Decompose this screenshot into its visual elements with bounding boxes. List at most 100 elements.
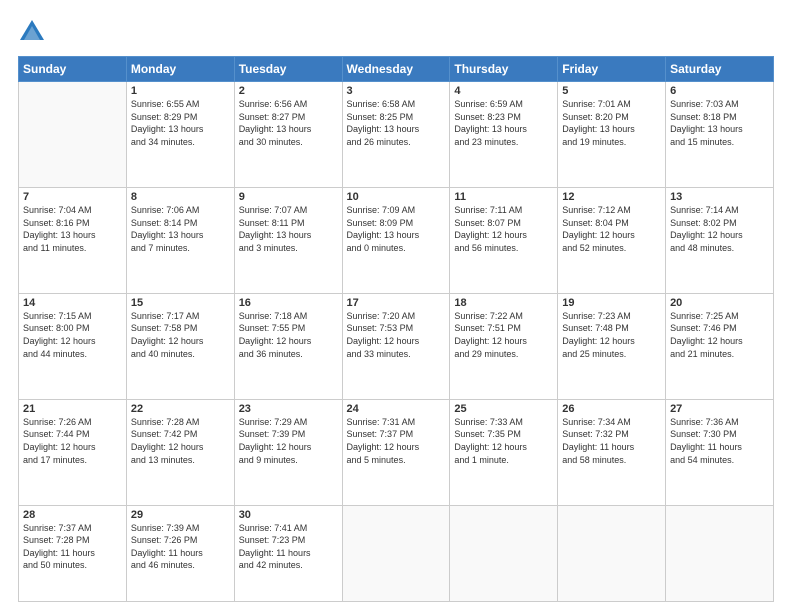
day-number: 30 bbox=[239, 509, 338, 521]
day-info: Sunrise: 7:14 AM Sunset: 8:02 PM Dayligh… bbox=[670, 204, 769, 254]
day-number: 8 bbox=[131, 191, 230, 203]
day-info: Sunrise: 7:15 AM Sunset: 8:00 PM Dayligh… bbox=[23, 310, 122, 360]
calendar-table: SundayMondayTuesdayWednesdayThursdayFrid… bbox=[18, 56, 774, 602]
day-info: Sunrise: 7:23 AM Sunset: 7:48 PM Dayligh… bbox=[562, 310, 661, 360]
calendar-body: 1Sunrise: 6:55 AM Sunset: 8:29 PM Daylig… bbox=[19, 82, 774, 602]
day-info: Sunrise: 7:06 AM Sunset: 8:14 PM Dayligh… bbox=[131, 204, 230, 254]
day-info: Sunrise: 7:18 AM Sunset: 7:55 PM Dayligh… bbox=[239, 310, 338, 360]
day-info: Sunrise: 7:28 AM Sunset: 7:42 PM Dayligh… bbox=[131, 416, 230, 466]
day-info: Sunrise: 6:56 AM Sunset: 8:27 PM Dayligh… bbox=[239, 98, 338, 148]
day-header-thursday: Thursday bbox=[450, 57, 558, 82]
week-row-2: 7Sunrise: 7:04 AM Sunset: 8:16 PM Daylig… bbox=[19, 187, 774, 293]
day-number: 23 bbox=[239, 403, 338, 415]
calendar-cell: 17Sunrise: 7:20 AM Sunset: 7:53 PM Dayli… bbox=[342, 293, 450, 399]
day-header-saturday: Saturday bbox=[666, 57, 774, 82]
day-number: 16 bbox=[239, 297, 338, 309]
header-row: SundayMondayTuesdayWednesdayThursdayFrid… bbox=[19, 57, 774, 82]
calendar-cell: 21Sunrise: 7:26 AM Sunset: 7:44 PM Dayli… bbox=[19, 399, 127, 505]
calendar-cell: 25Sunrise: 7:33 AM Sunset: 7:35 PM Dayli… bbox=[450, 399, 558, 505]
calendar-cell: 23Sunrise: 7:29 AM Sunset: 7:39 PM Dayli… bbox=[234, 399, 342, 505]
calendar-cell bbox=[450, 505, 558, 601]
calendar-cell: 28Sunrise: 7:37 AM Sunset: 7:28 PM Dayli… bbox=[19, 505, 127, 601]
day-info: Sunrise: 7:26 AM Sunset: 7:44 PM Dayligh… bbox=[23, 416, 122, 466]
day-number: 20 bbox=[670, 297, 769, 309]
day-number: 1 bbox=[131, 85, 230, 97]
day-number: 6 bbox=[670, 85, 769, 97]
day-number: 10 bbox=[347, 191, 446, 203]
logo bbox=[18, 18, 50, 46]
calendar-cell: 29Sunrise: 7:39 AM Sunset: 7:26 PM Dayli… bbox=[126, 505, 234, 601]
day-number: 17 bbox=[347, 297, 446, 309]
day-number: 9 bbox=[239, 191, 338, 203]
day-info: Sunrise: 7:03 AM Sunset: 8:18 PM Dayligh… bbox=[670, 98, 769, 148]
calendar-cell bbox=[558, 505, 666, 601]
calendar-cell: 24Sunrise: 7:31 AM Sunset: 7:37 PM Dayli… bbox=[342, 399, 450, 505]
calendar-cell: 3Sunrise: 6:58 AM Sunset: 8:25 PM Daylig… bbox=[342, 82, 450, 188]
calendar-cell: 2Sunrise: 6:56 AM Sunset: 8:27 PM Daylig… bbox=[234, 82, 342, 188]
day-info: Sunrise: 7:20 AM Sunset: 7:53 PM Dayligh… bbox=[347, 310, 446, 360]
logo-icon bbox=[18, 18, 46, 46]
day-info: Sunrise: 7:12 AM Sunset: 8:04 PM Dayligh… bbox=[562, 204, 661, 254]
day-info: Sunrise: 7:41 AM Sunset: 7:23 PM Dayligh… bbox=[239, 522, 338, 572]
calendar-cell: 7Sunrise: 7:04 AM Sunset: 8:16 PM Daylig… bbox=[19, 187, 127, 293]
day-info: Sunrise: 7:07 AM Sunset: 8:11 PM Dayligh… bbox=[239, 204, 338, 254]
day-number: 12 bbox=[562, 191, 661, 203]
day-info: Sunrise: 7:11 AM Sunset: 8:07 PM Dayligh… bbox=[454, 204, 553, 254]
day-header-wednesday: Wednesday bbox=[342, 57, 450, 82]
calendar-cell: 15Sunrise: 7:17 AM Sunset: 7:58 PM Dayli… bbox=[126, 293, 234, 399]
header bbox=[18, 18, 774, 46]
calendar-cell: 22Sunrise: 7:28 AM Sunset: 7:42 PM Dayli… bbox=[126, 399, 234, 505]
day-info: Sunrise: 6:55 AM Sunset: 8:29 PM Dayligh… bbox=[131, 98, 230, 148]
day-number: 24 bbox=[347, 403, 446, 415]
day-number: 5 bbox=[562, 85, 661, 97]
calendar-cell: 16Sunrise: 7:18 AM Sunset: 7:55 PM Dayli… bbox=[234, 293, 342, 399]
day-number: 27 bbox=[670, 403, 769, 415]
week-row-1: 1Sunrise: 6:55 AM Sunset: 8:29 PM Daylig… bbox=[19, 82, 774, 188]
calendar-cell: 18Sunrise: 7:22 AM Sunset: 7:51 PM Dayli… bbox=[450, 293, 558, 399]
calendar-cell: 27Sunrise: 7:36 AM Sunset: 7:30 PM Dayli… bbox=[666, 399, 774, 505]
day-number: 25 bbox=[454, 403, 553, 415]
calendar-cell: 8Sunrise: 7:06 AM Sunset: 8:14 PM Daylig… bbox=[126, 187, 234, 293]
day-info: Sunrise: 7:29 AM Sunset: 7:39 PM Dayligh… bbox=[239, 416, 338, 466]
day-info: Sunrise: 6:58 AM Sunset: 8:25 PM Dayligh… bbox=[347, 98, 446, 148]
day-info: Sunrise: 7:25 AM Sunset: 7:46 PM Dayligh… bbox=[670, 310, 769, 360]
calendar-header: SundayMondayTuesdayWednesdayThursdayFrid… bbox=[19, 57, 774, 82]
day-number: 18 bbox=[454, 297, 553, 309]
calendar-cell: 12Sunrise: 7:12 AM Sunset: 8:04 PM Dayli… bbox=[558, 187, 666, 293]
calendar-cell: 20Sunrise: 7:25 AM Sunset: 7:46 PM Dayli… bbox=[666, 293, 774, 399]
day-number: 3 bbox=[347, 85, 446, 97]
day-number: 19 bbox=[562, 297, 661, 309]
day-number: 15 bbox=[131, 297, 230, 309]
calendar-cell: 30Sunrise: 7:41 AM Sunset: 7:23 PM Dayli… bbox=[234, 505, 342, 601]
day-info: Sunrise: 7:31 AM Sunset: 7:37 PM Dayligh… bbox=[347, 416, 446, 466]
calendar-cell: 14Sunrise: 7:15 AM Sunset: 8:00 PM Dayli… bbox=[19, 293, 127, 399]
calendar-cell: 11Sunrise: 7:11 AM Sunset: 8:07 PM Dayli… bbox=[450, 187, 558, 293]
page: SundayMondayTuesdayWednesdayThursdayFrid… bbox=[0, 0, 792, 612]
week-row-3: 14Sunrise: 7:15 AM Sunset: 8:00 PM Dayli… bbox=[19, 293, 774, 399]
calendar-cell: 26Sunrise: 7:34 AM Sunset: 7:32 PM Dayli… bbox=[558, 399, 666, 505]
day-number: 22 bbox=[131, 403, 230, 415]
calendar-cell bbox=[19, 82, 127, 188]
day-number: 11 bbox=[454, 191, 553, 203]
day-number: 2 bbox=[239, 85, 338, 97]
calendar-cell: 13Sunrise: 7:14 AM Sunset: 8:02 PM Dayli… bbox=[666, 187, 774, 293]
day-info: Sunrise: 6:59 AM Sunset: 8:23 PM Dayligh… bbox=[454, 98, 553, 148]
day-info: Sunrise: 7:33 AM Sunset: 7:35 PM Dayligh… bbox=[454, 416, 553, 466]
day-number: 21 bbox=[23, 403, 122, 415]
week-row-5: 28Sunrise: 7:37 AM Sunset: 7:28 PM Dayli… bbox=[19, 505, 774, 601]
day-header-monday: Monday bbox=[126, 57, 234, 82]
calendar-cell bbox=[666, 505, 774, 601]
calendar-cell: 9Sunrise: 7:07 AM Sunset: 8:11 PM Daylig… bbox=[234, 187, 342, 293]
calendar-cell: 1Sunrise: 6:55 AM Sunset: 8:29 PM Daylig… bbox=[126, 82, 234, 188]
day-info: Sunrise: 7:37 AM Sunset: 7:28 PM Dayligh… bbox=[23, 522, 122, 572]
day-info: Sunrise: 7:04 AM Sunset: 8:16 PM Dayligh… bbox=[23, 204, 122, 254]
day-header-friday: Friday bbox=[558, 57, 666, 82]
day-info: Sunrise: 7:09 AM Sunset: 8:09 PM Dayligh… bbox=[347, 204, 446, 254]
day-info: Sunrise: 7:39 AM Sunset: 7:26 PM Dayligh… bbox=[131, 522, 230, 572]
day-info: Sunrise: 7:22 AM Sunset: 7:51 PM Dayligh… bbox=[454, 310, 553, 360]
day-number: 7 bbox=[23, 191, 122, 203]
day-info: Sunrise: 7:01 AM Sunset: 8:20 PM Dayligh… bbox=[562, 98, 661, 148]
day-info: Sunrise: 7:17 AM Sunset: 7:58 PM Dayligh… bbox=[131, 310, 230, 360]
day-number: 26 bbox=[562, 403, 661, 415]
calendar-cell: 19Sunrise: 7:23 AM Sunset: 7:48 PM Dayli… bbox=[558, 293, 666, 399]
